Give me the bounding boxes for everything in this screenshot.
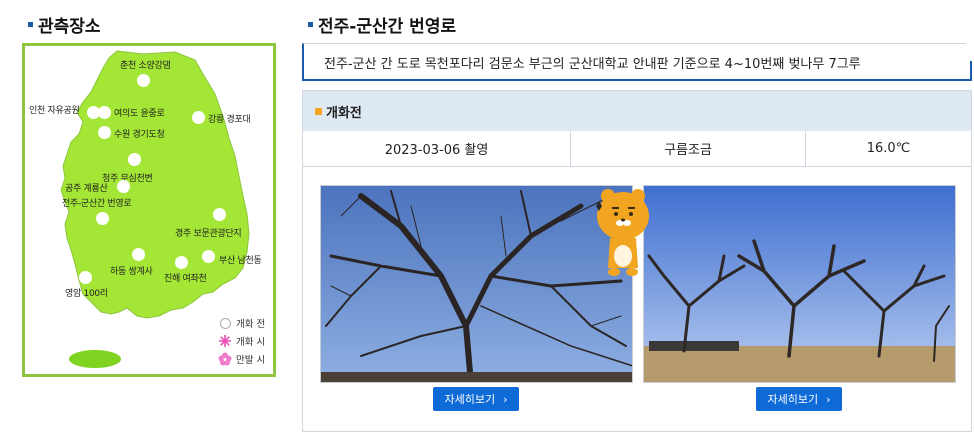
observation-info-row: 2023-03-06 촬영 구름조금 16.0℃ <box>303 131 971 167</box>
map-point-chuncheon[interactable] <box>137 74 150 87</box>
map-point-suwon[interactable] <box>98 126 111 139</box>
map-point-jeonju-gunsan[interactable] <box>96 212 109 225</box>
heading-bullet-icon <box>308 22 313 27</box>
map-point-busan[interactable] <box>202 250 215 263</box>
observation-sites-title: 관측장소 <box>38 17 101 37</box>
location-label-gongju[interactable]: 공주 계룡산 <box>65 181 108 194</box>
status-marker-icon <box>315 107 322 115</box>
legend-before-bloom: 개화 전 <box>218 314 265 332</box>
korea-map-panel: 춘천 소양강댐 인천 자유공원 여의도 윤중로 수원 경기도청 강릉 경포대 청… <box>22 43 276 377</box>
bloom-status: 개화전 <box>326 105 362 121</box>
map-legend: 개화 전 개화 시 만발 시 <box>218 314 265 368</box>
location-label-jinhae[interactable]: 진해 여좌천 <box>164 271 207 284</box>
location-label-yeongam[interactable]: 영암 100리 <box>65 286 108 299</box>
location-label-chuncheon[interactable]: 춘천 소양강댐 <box>120 58 171 71</box>
observation-sites-heading: 관측장소 <box>28 12 101 37</box>
location-label-gangneung[interactable]: 강릉 경포대 <box>208 112 251 125</box>
map-point-gangneung[interactable] <box>192 111 205 124</box>
pink-flower-outline-icon <box>218 334 232 348</box>
location-label-incheon[interactable]: 인천 자유공원 <box>29 103 80 116</box>
site-description-box: 전주-군산 간 도로 목천포다리 검문소 부근의 군산대학교 안내판 기준으로 … <box>302 43 972 81</box>
location-label-yeouido[interactable]: 여의도 윤중로 <box>114 106 165 119</box>
map-point-jinhae[interactable] <box>175 256 188 269</box>
chevron-right-icon: › <box>826 392 831 406</box>
location-label-suwon[interactable]: 수원 경기도청 <box>114 127 165 140</box>
site-description: 전주-군산 간 도로 목천포다리 검문소 부근의 군산대학교 안내판 기준으로 … <box>324 57 861 72</box>
map-point-cheongju[interactable] <box>128 153 141 166</box>
legend-blooming: 개화 시 <box>218 332 265 350</box>
map-point-gyeongju[interactable] <box>213 208 226 221</box>
ryan-mascot-icon <box>592 186 656 282</box>
bloom-status-header: 개화전 <box>303 91 971 131</box>
legend-full-bloom: 만발 시 <box>218 350 265 368</box>
legend-label-blooming: 개화 시 <box>236 337 266 348</box>
site-detail-heading: 전주-군산간 번영로 <box>308 12 456 37</box>
location-label-busan[interactable]: 부산 남천동 <box>219 253 262 266</box>
site-photo-1 <box>320 185 633 383</box>
site-title: 전주-군산간 번영로 <box>318 17 457 37</box>
weather: 구름조금 <box>571 131 806 166</box>
empty-circle-icon <box>218 316 232 330</box>
legend-label-before: 개화 전 <box>236 319 266 330</box>
heading-bullet-icon <box>28 22 33 27</box>
legend-label-full: 만발 시 <box>236 355 266 366</box>
temperature: 16.0℃ <box>866 141 911 156</box>
view-more-button-1[interactable]: 자세히보기 › <box>433 387 519 411</box>
map-point-gongju[interactable] <box>117 180 130 193</box>
map-point-yeongam[interactable] <box>79 271 92 284</box>
location-label-jeonju-gunsan[interactable]: 전주-군산간 번영로 <box>62 196 132 209</box>
map-point-hadong[interactable] <box>132 248 145 261</box>
pink-flower-filled-icon <box>218 352 232 366</box>
view-more-button-2[interactable]: 자세히보기 › <box>756 387 842 411</box>
location-label-gyeongju[interactable]: 경주 보문관광단지 <box>175 226 242 239</box>
photo-date: 2023-03-06 촬영 <box>303 131 571 166</box>
chevron-right-icon: › <box>503 392 508 406</box>
site-photo-2 <box>643 185 956 383</box>
location-label-hadong[interactable]: 하동 쌍계사 <box>110 264 153 277</box>
map-point-yeouido[interactable] <box>98 106 111 119</box>
